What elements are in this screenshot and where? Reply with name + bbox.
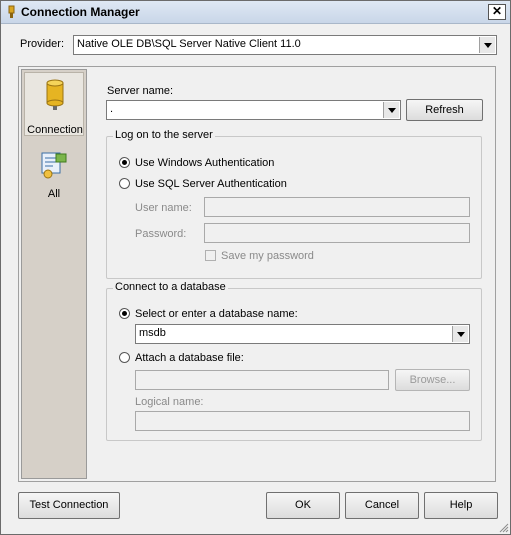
password-label: Password: <box>135 228 187 240</box>
logon-group-title: Log on to the server <box>113 129 215 141</box>
cancel-button[interactable]: Cancel <box>345 492 419 519</box>
server-name-dropdown[interactable]: . <box>106 100 401 120</box>
attach-database-label: Attach a database file: <box>135 352 244 364</box>
provider-dropdown[interactable]: Native OLE DB\SQL Server Native Client 1… <box>73 35 497 55</box>
sql-auth-radio[interactable] <box>119 178 130 189</box>
username-label: User name: <box>135 202 192 214</box>
database-group-title: Connect to a database <box>113 281 228 293</box>
properties-icon <box>41 152 67 179</box>
close-icon: ✕ <box>491 4 503 18</box>
browse-button[interactable]: Browse... <box>395 369 470 391</box>
plug-icon <box>8 5 15 18</box>
title-bar[interactable]: Connection Manager ✕ <box>1 1 510 24</box>
windows-auth-radio[interactable] <box>119 157 130 168</box>
help-button[interactable]: Help <box>424 492 498 519</box>
chevron-down-icon[interactable] <box>383 102 399 118</box>
chevron-down-icon[interactable] <box>452 326 468 342</box>
chevron-down-icon[interactable] <box>479 37 495 53</box>
sql-auth-label: Use SQL Server Authentication <box>135 178 287 190</box>
save-password-checkbox[interactable] <box>205 250 216 261</box>
resize-grip-icon[interactable] <box>497 521 509 533</box>
select-database-radio[interactable] <box>119 308 130 319</box>
select-database-label: Select or enter a database name: <box>135 308 298 320</box>
provider-label: Provider: <box>20 38 65 50</box>
database-name-dropdown[interactable]: msdb <box>135 324 470 344</box>
connection-manager-window: Connection Manager ✕ Provider: Native OL… <box>0 0 511 535</box>
attach-database-radio[interactable] <box>119 352 130 363</box>
provider-value: Native OLE DB\SQL Server Native Client 1… <box>77 38 301 50</box>
window-title: Connection Manager <box>21 5 140 19</box>
database-cylinder-icon <box>46 79 64 110</box>
test-connection-button[interactable]: Test Connection <box>18 492 120 519</box>
username-field[interactable] <box>204 197 470 217</box>
nav-item-connection-label: Connection <box>27 124 83 136</box>
nav-item-all[interactable]: All <box>24 148 84 202</box>
page-navigation: Connection All <box>21 69 87 479</box>
attach-file-field[interactable] <box>135 370 389 390</box>
refresh-button[interactable]: Refresh <box>406 99 483 121</box>
close-button[interactable]: ✕ <box>488 4 506 20</box>
ok-button[interactable]: OK <box>266 492 340 519</box>
password-field[interactable] <box>204 223 470 243</box>
nav-item-all-label: All <box>47 188 61 200</box>
nav-item-connection[interactable]: Connection <box>24 72 84 136</box>
logical-name-field[interactable] <box>135 411 470 431</box>
database-name-value: msdb <box>139 327 166 339</box>
windows-auth-label: Use Windows Authentication <box>135 157 275 169</box>
logical-name-label: Logical name: <box>135 396 204 408</box>
server-name-value: . <box>110 103 114 115</box>
save-password-label: Save my password <box>221 250 314 262</box>
server-name-label: Server name: <box>107 85 174 97</box>
